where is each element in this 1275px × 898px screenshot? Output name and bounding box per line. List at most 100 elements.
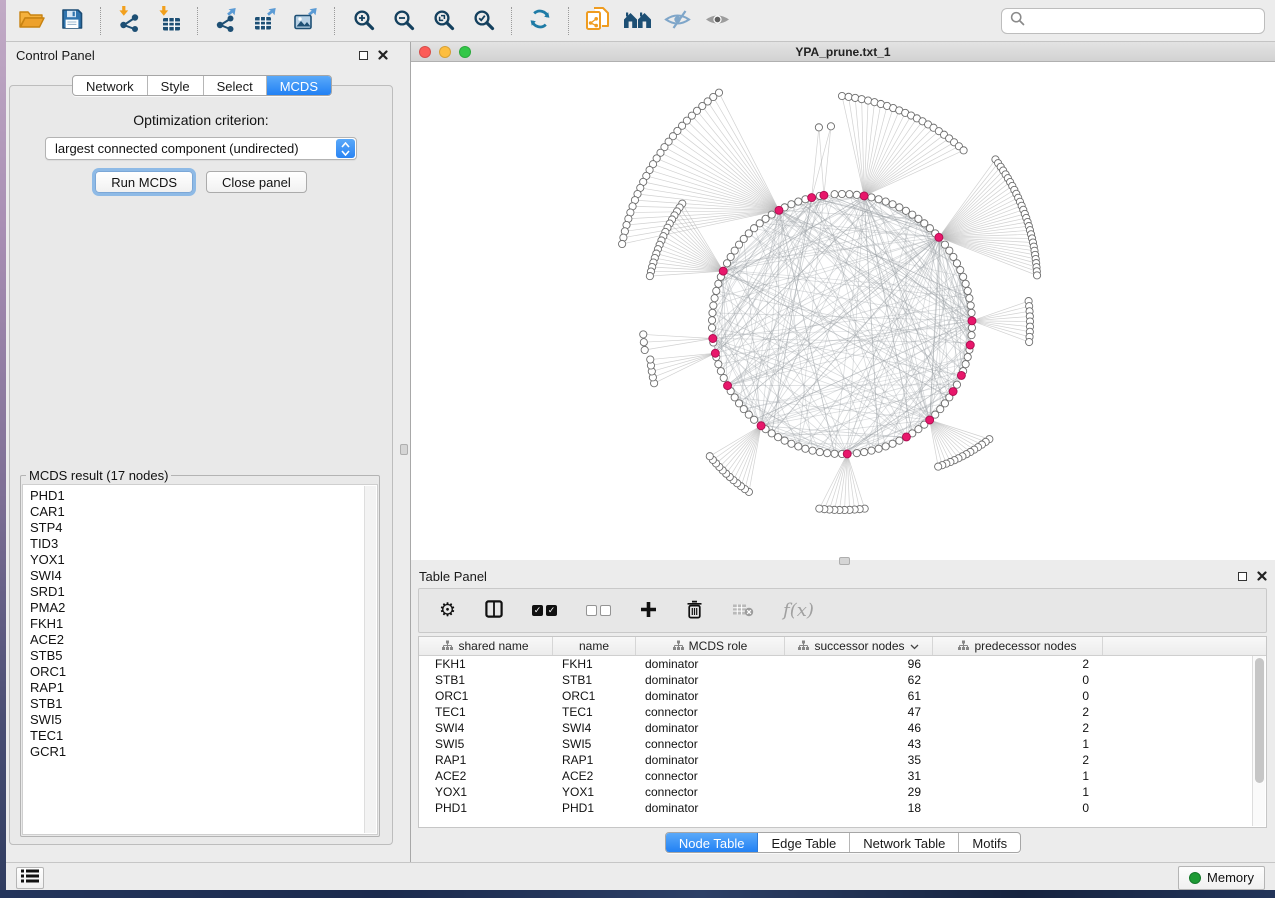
delete-column-button[interactable] xyxy=(686,595,703,627)
function-builder-button[interactable]: f(x) xyxy=(783,595,814,627)
network-canvas[interactable] xyxy=(411,62,1275,560)
close-table-panel-button[interactable] xyxy=(1257,569,1267,584)
column-header-shared-name[interactable]: shared name xyxy=(419,637,553,655)
optimization-criterion-select[interactable]: largest connected component (undirected) xyxy=(45,137,357,160)
import-network-button[interactable] xyxy=(111,5,147,37)
mcds-result-item[interactable]: SRD1 xyxy=(30,584,377,600)
export-network-button[interactable] xyxy=(208,5,244,37)
column-header-predecessor-nodes[interactable]: predecessor nodes xyxy=(933,637,1103,655)
tab-edge-table[interactable]: Edge Table xyxy=(758,833,850,852)
export-table-button[interactable] xyxy=(248,5,284,37)
mcds-result-item[interactable]: SWI5 xyxy=(30,712,377,728)
table-toolbar: ⚙ ✓✓ f(x) xyxy=(418,588,1267,633)
column-header-successor-nodes[interactable]: successor nodes xyxy=(785,637,933,655)
mcds-result-item[interactable]: FKH1 xyxy=(30,616,377,632)
list-icon xyxy=(20,868,40,887)
mcds-result-item[interactable]: PMA2 xyxy=(30,600,377,616)
save-session-button[interactable] xyxy=(54,5,90,37)
memory-button[interactable]: Memory xyxy=(1178,866,1265,890)
select-all-icon: ✓✓ xyxy=(532,605,557,616)
node-table-body: FKH1FKH1dominator962STB1STB1dominator620… xyxy=(419,656,1266,816)
table-scrollbar[interactable] xyxy=(1252,656,1265,826)
control-panel: Control Panel NetworkStyleSelectMCDS Opt… xyxy=(6,42,398,862)
tab-select[interactable]: Select xyxy=(204,76,267,95)
show-hidden-button[interactable] xyxy=(699,5,735,37)
tab-network[interactable]: Network xyxy=(73,76,148,95)
float-panel-button[interactable] xyxy=(359,51,368,60)
memory-label: Memory xyxy=(1207,870,1254,885)
zoom-selected-button[interactable] xyxy=(465,5,501,37)
zoom-out-button[interactable] xyxy=(385,5,421,37)
clone-network-button[interactable] xyxy=(579,5,615,37)
sort-desc-icon xyxy=(910,639,919,653)
mcds-result-item[interactable]: STB1 xyxy=(30,696,377,712)
close-panel-button-2[interactable]: Close panel xyxy=(206,171,307,193)
mcds-result-item[interactable]: GCR1 xyxy=(30,744,377,760)
table-row[interactable]: TEC1TEC1connector472 xyxy=(419,704,1266,720)
table-row[interactable]: ORC1ORC1dominator610 xyxy=(419,688,1266,704)
open-file-button[interactable] xyxy=(14,5,50,37)
mcds-list-scrollbar[interactable] xyxy=(364,486,376,833)
status-bar: Memory xyxy=(6,862,1275,892)
close-panel-button[interactable] xyxy=(378,48,388,63)
export-image-button[interactable] xyxy=(288,5,324,37)
mcds-result-item[interactable]: TID3 xyxy=(30,536,377,552)
mcds-result-item[interactable]: TEC1 xyxy=(30,728,377,744)
delete-table-button[interactable] xyxy=(732,595,754,627)
tab-node-table[interactable]: Node Table xyxy=(666,833,759,852)
add-column-button[interactable] xyxy=(640,595,657,627)
mcds-result-item[interactable]: RAP1 xyxy=(30,680,377,696)
mcds-result-item[interactable]: PHD1 xyxy=(30,488,377,504)
table-row[interactable]: YOX1YOX1connector291 xyxy=(419,784,1266,800)
table-row[interactable]: STB1STB1dominator620 xyxy=(419,672,1266,688)
float-table-panel-button[interactable] xyxy=(1238,572,1247,581)
table-settings-button[interactable]: ⚙ xyxy=(439,595,456,627)
refresh-button[interactable] xyxy=(522,5,558,37)
zoom-fit-button[interactable] xyxy=(425,5,461,37)
toolbar-separator xyxy=(511,7,512,35)
mcds-result-item[interactable]: ORC1 xyxy=(30,664,377,680)
scrollbar-thumb[interactable] xyxy=(1255,658,1264,783)
gear-icon: ⚙ xyxy=(439,601,456,620)
tab-motifs[interactable]: Motifs xyxy=(959,833,1020,852)
import-table-button[interactable] xyxy=(151,5,187,37)
tab-mcds[interactable]: MCDS xyxy=(267,76,331,95)
mcds-result-item[interactable]: STP4 xyxy=(30,520,377,536)
main-toolbar xyxy=(6,0,1275,42)
tab-network-table[interactable]: Network Table xyxy=(850,833,959,852)
column-header-MCDS-role[interactable]: MCDS role xyxy=(636,637,785,655)
first-neighbors-button[interactable] xyxy=(619,5,655,37)
close-icon xyxy=(378,48,388,63)
hide-selected-button[interactable] xyxy=(659,5,695,37)
splitter-handle[interactable] xyxy=(839,557,850,565)
mcds-result-item[interactable]: SWI4 xyxy=(30,568,377,584)
deselect-all-button[interactable] xyxy=(586,595,611,627)
mcds-result-item[interactable]: YOX1 xyxy=(30,552,377,568)
floppy-disk-icon xyxy=(60,7,84,34)
table-row[interactable]: RAP1RAP1dominator352 xyxy=(419,752,1266,768)
table-row[interactable]: ACE2ACE2connector311 xyxy=(419,768,1266,784)
network-graph[interactable] xyxy=(411,62,1273,559)
table-row[interactable]: PHD1PHD1dominator180 xyxy=(419,800,1266,816)
search-input[interactable] xyxy=(1031,12,1256,29)
table-row[interactable]: FKH1FKH1dominator962 xyxy=(419,656,1266,672)
network-title: YPA_prune.txt_1 xyxy=(411,45,1275,59)
column-header-name[interactable]: name xyxy=(553,637,636,655)
run-mcds-button[interactable]: Run MCDS xyxy=(95,171,193,193)
table-row[interactable]: SWI5SWI5connector431 xyxy=(419,736,1266,752)
zoom-in-button[interactable] xyxy=(345,5,381,37)
task-history-button[interactable] xyxy=(16,867,44,889)
mcds-result-list[interactable]: PHD1CAR1STP4TID3YOX1SWI4SRD1PMA2FKH1ACE2… xyxy=(22,484,378,835)
show-columns-button[interactable] xyxy=(485,595,503,627)
splitter-handle[interactable] xyxy=(400,444,408,455)
select-all-button[interactable]: ✓✓ xyxy=(532,595,557,627)
table-row[interactable]: SWI4SWI4dominator462 xyxy=(419,720,1266,736)
vertical-splitter[interactable] xyxy=(398,42,410,862)
mcds-result-item[interactable]: ACE2 xyxy=(30,632,377,648)
export-network-icon xyxy=(213,6,239,35)
mcds-result-item[interactable]: CAR1 xyxy=(30,504,377,520)
open-folder-icon xyxy=(18,7,46,34)
mcds-result-group: MCDS result (17 nodes) PHD1CAR1STP4TID3Y… xyxy=(20,468,380,837)
tab-style[interactable]: Style xyxy=(148,76,204,95)
mcds-result-item[interactable]: STB5 xyxy=(30,648,377,664)
